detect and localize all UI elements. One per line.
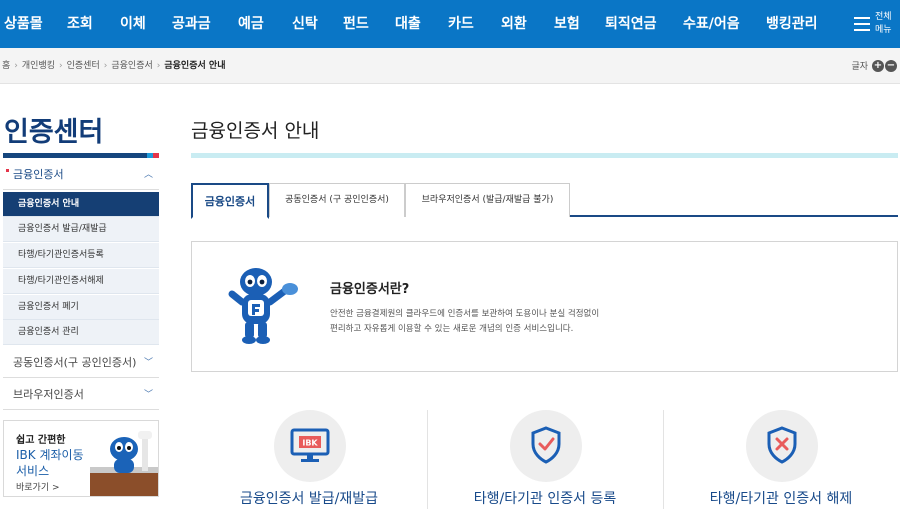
ibk-badge: IBK (302, 439, 318, 448)
feature-issue-reissue[interactable]: IBK 금융인증서 발급/재발급 (191, 410, 427, 509)
nav-item-banking-mgmt[interactable]: 뱅킹관리 (766, 0, 818, 48)
top-navigation: 상품몰 조회 이체 공과금 예금 신탁 펀드 대출 카드 외환 보험 퇴직연금 … (0, 0, 900, 48)
shield-check-icon (531, 426, 561, 464)
chevron-right-icon: › (14, 61, 18, 71)
sidebar-section-label: 브라우저인증서 (13, 388, 84, 401)
sidebar-item-manage[interactable]: 금융인증서 관리 (3, 320, 159, 345)
nav-item-products[interactable]: 상품몰 (4, 0, 43, 48)
nav-item-deposit[interactable]: 예금 (238, 0, 264, 48)
chevron-right-icon: › (59, 61, 63, 71)
feature-label: 금융인증서 발급/재발급 (240, 491, 378, 507)
nav-item-insurance[interactable]: 보험 (554, 0, 580, 48)
sidebar-section-fin-cert[interactable]: 금융인증서 ︿ (3, 160, 159, 190)
sidebar-section-label: 금융인증서 (13, 168, 64, 181)
feature-icon-circle (746, 410, 818, 482)
account-transfer-banner[interactable]: 쉽고 간편한 IBK 계좌이동 서비스 바로가기 > (3, 420, 159, 497)
tab-fin-cert[interactable]: 금융인증서 (191, 183, 269, 219)
feature-icon-circle: IBK (274, 410, 346, 482)
feature-register-other[interactable]: 타행/타기관 인증서 등록 (427, 410, 663, 509)
breadcrumb-fin-cert[interactable]: 금융인증서 (111, 61, 152, 71)
feature-label: 타행/타기관 인증서 해제 (709, 491, 853, 507)
sidebar-item-fin-cert-guide[interactable]: 금융인증서 안내 (3, 192, 159, 217)
banner-mascot-illustration (90, 431, 158, 496)
breadcrumb-cert-center[interactable]: 인증센터 (67, 61, 100, 71)
chevron-right-icon: › (103, 61, 108, 71)
breadcrumb-home[interactable]: 홈 (2, 61, 10, 71)
nav-item-pension[interactable]: 퇴직연금 (605, 0, 657, 48)
tab-joint-cert[interactable]: 공동인증서 (구 공인인증서) (269, 183, 405, 217)
monitor-icon: IBK (290, 428, 330, 462)
breadcrumb-personal[interactable]: 개인뱅킹 (22, 61, 55, 71)
info-description: 안전한 금융결제원의 클라우드에 인증서를 보관하여 도용이나 분실 걱정없이 … (330, 307, 599, 337)
sidebar-item-other-release[interactable]: 타행/타기관인증서해제 (3, 269, 159, 294)
font-size-label: 글자 (851, 62, 868, 72)
sidebar-item-issue-reissue[interactable]: 금융인증서 발급/재발급 (3, 217, 159, 242)
feature-release-other[interactable]: 타행/타기관 인증서 해제 (663, 410, 899, 509)
title-divider (191, 153, 898, 158)
nav-item-utility[interactable]: 공과금 (172, 0, 211, 48)
all-menu-label: 전체메뉴 (875, 12, 892, 35)
font-decrease-button[interactable]: − (885, 59, 897, 72)
chevron-up-icon: ︿ (143, 170, 153, 180)
sidebar-section-label: 공동인증서(구 공인인증서) (13, 356, 137, 369)
nav-item-trust[interactable]: 신탁 (292, 0, 318, 48)
feature-label: 타행/타기관 인증서 등록 (473, 491, 617, 507)
breadcrumb-bar: 홈 › 개인뱅킹 › 인증센터 › 금융인증서 › 금융인증서 안내 글자 + − (0, 48, 900, 84)
font-increase-button[interactable]: + (872, 59, 884, 72)
chevron-down-icon: ﹀ (143, 358, 153, 368)
bullet-icon (6, 169, 9, 172)
banner-line3: 서비스 (16, 464, 50, 478)
banner-link[interactable]: 바로가기 > (16, 480, 60, 493)
banner-line1: 쉽고 간편한 (16, 435, 66, 446)
shield-x-icon (767, 426, 797, 464)
nav-item-fx[interactable]: 외환 (501, 0, 527, 48)
nav-item-card[interactable]: 카드 (448, 0, 474, 48)
mascot-illustration (228, 268, 298, 344)
all-menu-button[interactable]: 전체메뉴 (854, 8, 898, 40)
cert-type-tabs: 금융인증서 공동인증서 (구 공인인증서) 브라우저인증서 (발급/재발급 불가… (191, 183, 898, 219)
feature-icon-circle (510, 410, 582, 482)
sidebar-title-underline (3, 153, 159, 158)
sidebar-title: 인증센터 (4, 117, 104, 148)
sidebar-section-joint-cert[interactable]: 공동인증서(구 공인인증서) ﹀ (3, 348, 159, 378)
sidebar-section-browser-cert[interactable]: 브라우저인증서 ﹀ (3, 380, 159, 410)
fin-cert-info-box: 금융인증서란? 안전한 금융결제원의 클라우드에 인증서를 보관하여 도용이나 … (191, 241, 898, 372)
info-description-line: 편리하고 자유롭게 이용할 수 있는 새로운 개념의 인증 서비스입니다. (330, 324, 574, 334)
info-heading: 금융인증서란? (330, 282, 410, 297)
nav-item-fund[interactable]: 펀드 (343, 0, 369, 48)
nav-item-inquiry[interactable]: 조회 (67, 0, 93, 48)
sidebar-item-other-register[interactable]: 타행/타기관인증서등록 (3, 243, 159, 268)
breadcrumb: 홈 › 개인뱅킹 › 인증센터 › 금융인증서 › 금융인증서 안내 (2, 48, 225, 84)
info-description-line: 안전한 금융결제원의 클라우드에 인증서를 보관하여 도용이나 분실 걱정없이 (330, 309, 600, 319)
breadcrumb-current: 금융인증서 안내 (164, 61, 226, 71)
nav-item-checks[interactable]: 수표/어음 (683, 0, 740, 48)
font-size-control: 글자 + − (851, 59, 897, 73)
banner-line2: IBK 계좌이동 (16, 448, 84, 462)
page-title: 금융인증서 안내 (191, 120, 320, 142)
chevron-down-icon: ﹀ (143, 390, 153, 400)
chevron-right-icon: › (156, 61, 161, 71)
hamburger-icon (854, 17, 870, 31)
tab-browser-cert[interactable]: 브라우저인증서 (발급/재발급 불가) (405, 183, 570, 217)
nav-item-loan[interactable]: 대출 (395, 0, 421, 48)
sidebar-item-discard[interactable]: 금융인증서 폐기 (3, 295, 159, 320)
nav-item-transfer[interactable]: 이체 (120, 0, 146, 48)
